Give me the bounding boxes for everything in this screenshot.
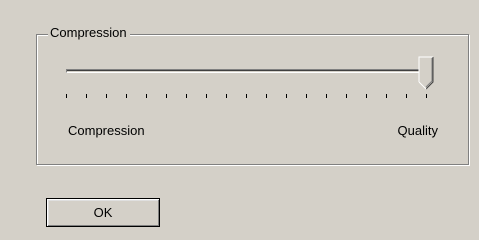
slider-tick (306, 94, 307, 98)
slider-tick (126, 94, 127, 98)
slider-max-label: Quality (397, 123, 438, 138)
compression-dialog: Compression Compression Quality OK (0, 0, 479, 240)
slider-tick (266, 94, 267, 98)
slider-tick (366, 94, 367, 98)
slider-track[interactable] (66, 69, 426, 73)
slider-tick (406, 94, 407, 98)
slider-tick (146, 94, 147, 98)
slider-min-label: Compression (68, 123, 145, 138)
slider-tick (386, 94, 387, 98)
slider-tick (206, 94, 207, 98)
compression-quality-slider[interactable] (62, 56, 450, 106)
slider-tick (186, 94, 187, 98)
slider-tick (86, 94, 87, 98)
slider-tick (346, 94, 347, 98)
slider-tick (66, 94, 67, 98)
slider-tick (326, 94, 327, 98)
slider-tick (426, 94, 427, 98)
slider-tick (106, 94, 107, 98)
ok-button[interactable]: OK (46, 198, 160, 227)
slider-tick (226, 94, 227, 98)
slider-tick (246, 94, 247, 98)
slider-tick (286, 94, 287, 98)
slider-tick (166, 94, 167, 98)
compression-group-title: Compression (48, 25, 130, 41)
slider-thumb[interactable] (418, 56, 438, 92)
